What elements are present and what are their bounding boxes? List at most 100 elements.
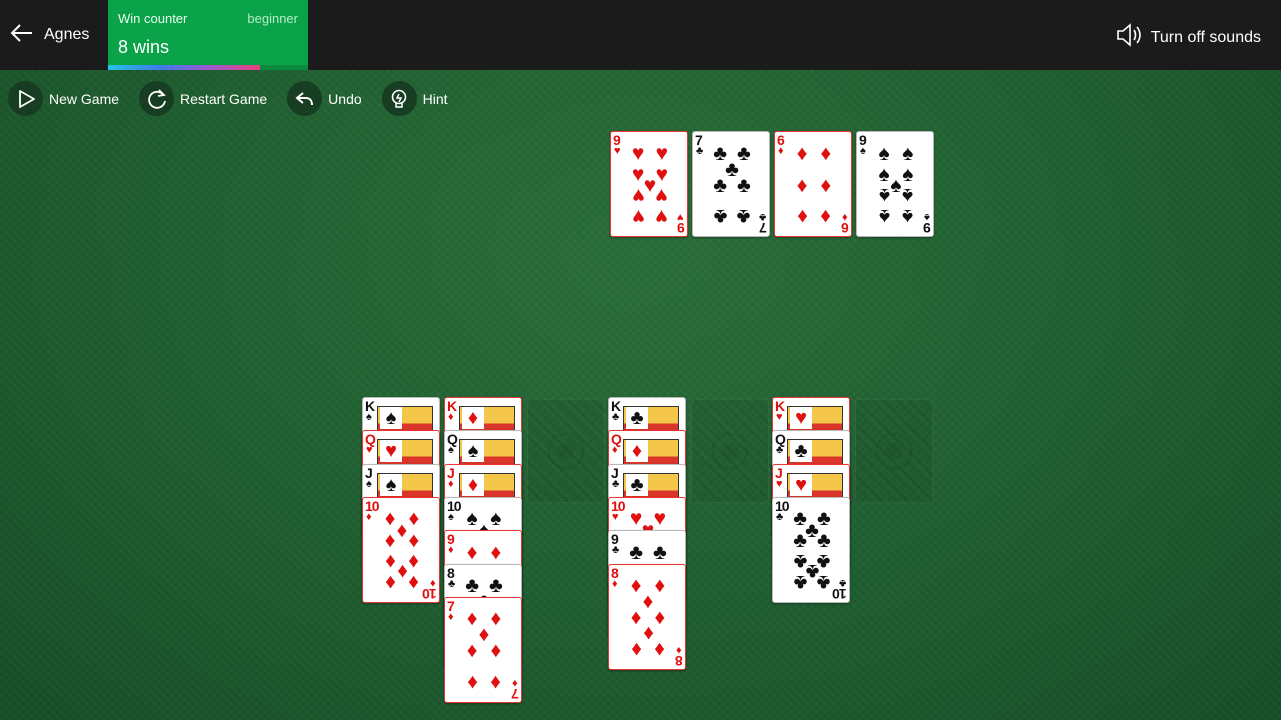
empty-column-slot[interactable] [691,399,769,503]
diamonds-icon: ♦ [612,577,618,590]
sound-toggle-button[interactable]: Turn off sounds [1115,22,1261,53]
play-icon [8,81,43,116]
foundation-card[interactable]: 7 ♣ 7 ♣ ♣ ♣ ♣ ♣ ♣ ♣ ♣ [692,131,770,237]
hearts-pip-icon: ♥ [655,205,669,229]
foundation-card[interactable]: 9 ♠ 9 ♠ ♠ ♠ ♠ ♠ ♠ ♠ ♠ ♠ ♠ [856,131,934,237]
diamonds-pip-icon: ♦ [820,205,832,229]
diamonds-pip-icon: ♦ [384,529,396,553]
win-progress-fill [108,65,260,70]
win-counter-title: Win counter [118,11,188,26]
clubs-icon: ♣ [776,510,784,523]
diamonds-pip-icon: ♦ [796,205,808,229]
diamonds-pip-icon: ♦ [796,173,808,197]
hearts-icon: ♥ [776,411,783,423]
clubs-icon: ♣ [448,577,456,590]
new-game-label: New Game [49,90,120,107]
hearts-pip-icon: ♥ [655,183,669,207]
diamonds-icon: ♦ [842,211,848,223]
diamonds-icon: ♦ [448,477,454,490]
tableau-card[interactable]: 8 ♦ 8 ♦ ♦ ♦ ♦ ♦ ♦ ♦ ♦ ♦ [608,563,686,670]
restart-icon [139,81,175,116]
diamonds-pip-icon: ♦ [820,173,832,197]
spades-icon: ♠ [860,145,866,157]
hearts-pip-icon: ♥ [631,183,645,207]
clubs-pip-icon: ♣ [816,529,831,553]
spades-icon: ♠ [448,444,454,457]
spades-icon: ♠ [924,211,930,223]
tableau-card[interactable]: 7 ♦ 7 ♦ ♦ ♦ ♦ ♦ ♦ ♦ ♦ [444,596,522,703]
win-counter: Win counter beginner 8 wins [108,0,308,70]
restart-game-button[interactable]: Restart Game [139,81,267,116]
diamonds-pip-icon: ♦ [630,637,642,661]
diamonds-pip-icon: ♦ [466,540,478,564]
hearts-icon: ♥ [790,407,812,429]
spades-icon: ♠ [448,510,454,523]
card-rank-corner: 9 [678,220,685,236]
spades-pip-icon: ♠ [878,183,890,207]
diamonds-icon: ♦ [448,610,454,623]
spades-pip-icon: ♠ [902,141,914,165]
diamonds-pip-icon: ♦ [384,571,396,595]
clubs-pip-icon: ♣ [629,540,643,564]
diamonds-icon: ♦ [448,411,454,423]
clubs-icon: ♣ [696,145,704,157]
hearts-icon: ♥ [614,145,621,157]
diamonds-pip-icon: ♦ [490,540,502,564]
diamonds-icon: ♦ [430,576,436,589]
clubs-icon: ♣ [838,576,846,589]
hearts-icon: ♥ [380,440,402,463]
win-progress-bar [108,65,308,70]
back-label: Agnes [44,26,90,43]
card-rank-corner: 9 [924,220,931,236]
game-toolbar: New Game Restart Game Undo Hint [8,81,448,116]
spades-pip-icon: ♠ [902,183,914,207]
diamonds-icon: ♦ [626,440,648,463]
top-bar: Agnes Win counter beginner 8 wins Turn o… [0,0,1281,70]
diamonds-pip-icon: ♦ [408,571,420,595]
clubs-pip-icon: ♣ [736,205,751,229]
tableau-card[interactable]: 10 ♣ 10 ♣ ♣ ♣ ♣ ♣ ♣ ♣ ♣ ♣ ♣ ♣ [772,496,850,603]
restart-game-label: Restart Game [180,90,268,107]
new-game-button[interactable]: New Game [8,81,119,116]
diamonds-icon: ♦ [366,510,372,523]
hearts-icon: ♥ [677,211,684,223]
spades-icon: ♠ [462,440,484,463]
spades-pip-icon: ♠ [878,205,890,229]
empty-column-slot[interactable] [855,399,933,503]
diamonds-icon: ♦ [612,444,618,457]
hearts-icon: ♥ [790,473,812,496]
undo-label: Undo [328,90,362,107]
lightbulb-icon [381,81,417,116]
clubs-pip-icon: ♣ [793,529,807,553]
diamonds-pip-icon: ♦ [490,639,502,663]
spades-icon: ♠ [380,407,402,429]
clubs-icon: ♣ [612,477,620,490]
hearts-pip-icon: ♥ [631,205,645,229]
difficulty-level: beginner [247,11,298,26]
clubs-pip-icon: ♣ [736,173,751,197]
hearts-pip-icon: ♥ [655,141,669,165]
clubs-icon: ♣ [758,211,766,223]
clubs-pip-icon: ♣ [713,173,727,197]
diamonds-icon: ♦ [512,676,518,689]
hearts-icon: ♥ [776,477,783,490]
diamonds-icon: ♦ [448,544,454,557]
hearts-icon: ♥ [366,444,373,457]
foundation-card[interactable]: 9 ♥ 9 ♥ ♥ ♥ ♥ ♥ ♥ ♥ ♥ ♥ ♥ [610,131,688,237]
hearts-pip-icon: ♥ [631,141,645,165]
diamonds-pip-icon: ♦ [654,637,666,661]
spades-pip-icon: ♠ [878,141,890,165]
back-button[interactable]: Agnes [8,20,89,50]
undo-button[interactable]: Undo [287,81,362,116]
diamonds-icon: ♦ [462,473,484,496]
tableau-card[interactable]: 10 ♦ 10 ♦ ♦ ♦ ♦ ♦ ♦ ♦ ♦ ♦ ♦ ♦ [362,496,440,603]
diamonds-pip-icon: ♦ [796,141,808,165]
card-rank-corner: 6 [842,220,849,236]
hint-label: Hint [422,90,448,107]
undo-icon [287,81,323,116]
clubs-pip-icon: ♣ [816,571,831,595]
foundation-card[interactable]: 6 ♦ 6 ♦ ♦ ♦ ♦ ♦ ♦ ♦ [774,131,852,237]
empty-column-slot[interactable] [527,399,605,503]
hint-button[interactable]: Hint [381,81,448,116]
clubs-pip-icon: ♣ [713,205,727,229]
